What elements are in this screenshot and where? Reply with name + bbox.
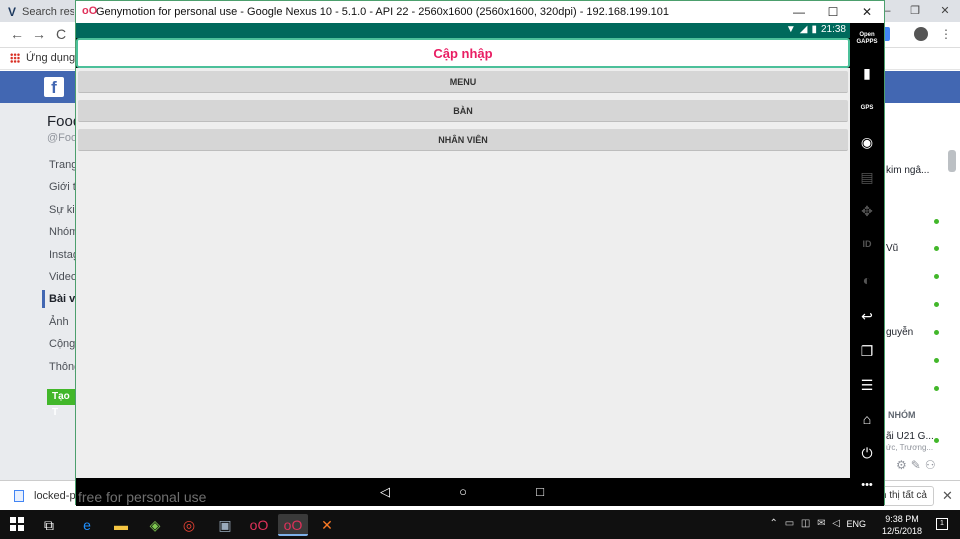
- android-studio-icon[interactable]: ◈: [140, 514, 170, 536]
- genymotion-logo-icon: oO: [82, 5, 98, 17]
- groups-heading: NHÓM: [888, 410, 916, 420]
- chat-contact[interactable]: kim ngâ...: [886, 165, 929, 176]
- page-nav-item[interactable]: Video: [49, 271, 77, 283]
- vite-favicon-icon: V: [8, 5, 17, 19]
- online-status-icon: [934, 219, 939, 224]
- home-key-icon[interactable]: ⌂: [850, 411, 884, 427]
- app-content: MENU BÀN NHÂN VIÊN: [76, 68, 850, 478]
- clock-time: 9:38 PM: [885, 514, 919, 524]
- apps-bookmark[interactable]: Ứng dụng: [26, 52, 75, 64]
- recents-nav-icon[interactable]: □: [530, 484, 550, 499]
- minimize-button[interactable]: —: [782, 1, 816, 23]
- create-button[interactable]: Tạo T: [47, 389, 77, 418]
- recent-apps-icon[interactable]: ❐: [850, 343, 884, 360]
- sms-phone-icon[interactable]: ◐: [850, 272, 884, 288]
- edge-icon[interactable]: e: [72, 514, 102, 536]
- open-gapps-button[interactable]: Open GAPPS: [850, 32, 884, 46]
- android-screen: ▼ ◢ ▮ 21:38 Cập nhập MENU BÀN NHÂN VIÊN …: [76, 23, 850, 506]
- online-status-icon: [934, 302, 939, 307]
- menu-key-icon[interactable]: ☰: [850, 377, 884, 394]
- reload-button[interactable]: C: [56, 26, 66, 42]
- xampp-icon[interactable]: ✕: [312, 514, 342, 536]
- genymotion-device-icon[interactable]: oO: [278, 514, 308, 536]
- browser-tab-title: Search resu: [22, 6, 74, 18]
- wifi-icon: ▼: [785, 24, 796, 35]
- more-options-icon[interactable]: •••: [850, 479, 884, 491]
- browser-restore-button[interactable]: ❐: [900, 0, 930, 22]
- app-title: Cập nhập: [433, 46, 493, 61]
- browser-extensions: ⋮: [880, 27, 960, 45]
- online-status-icon: [934, 438, 939, 443]
- window-title: Genymotion for personal use - Google Nex…: [96, 6, 669, 18]
- watermark: free for personal use: [78, 489, 207, 505]
- status-icons: ▼ ◢ ▮ 21:38: [786, 24, 846, 35]
- online-status-icon: [934, 246, 939, 251]
- download-bar-close-button[interactable]: ✕: [942, 488, 953, 504]
- task-view-icon[interactable]: ⧉: [34, 514, 64, 536]
- chat-contact[interactable]: guyễn: [886, 327, 913, 338]
- browser-close-button[interactable]: ✕: [930, 0, 960, 22]
- chat-scrollbar[interactable]: [948, 150, 956, 172]
- menu-button[interactable]: MENU: [78, 71, 848, 93]
- page-nav-item-active[interactable]: Bài vi: [49, 293, 78, 305]
- back-nav-icon[interactable]: ◁: [375, 484, 395, 500]
- windows-taskbar: ⧉ e ▬ ◈ ◎ ▣ oO oO ✕ ⌃ ▭ ◫ ✉ ◁ ENG 9:38 P…: [0, 510, 960, 539]
- online-status-icon: [934, 386, 939, 391]
- genymotion-titlebar: oO Genymotion for personal use - Google …: [76, 1, 884, 23]
- staff-button[interactable]: NHÂN VIÊN: [78, 129, 848, 151]
- battery-tool-icon[interactable]: ▮: [850, 65, 884, 82]
- android-status-bar: ▼ ◢ ▮ 21:38: [76, 23, 850, 38]
- genymotion-toolbar: Open GAPPS ▮ GPS ◉ ▤ ✥ ID ◐ ↩ ❐ ☰ ⌂ ⏻ ••…: [850, 23, 884, 506]
- apps-grid-icon[interactable]: [10, 53, 20, 63]
- page-nav-item[interactable]: Ảnh: [49, 316, 69, 328]
- back-button[interactable]: ←: [10, 26, 24, 42]
- browser-tab[interactable]: V Search resu: [8, 2, 74, 22]
- genymotion-app-icon[interactable]: oO: [244, 514, 274, 536]
- windows-start-icon[interactable]: [10, 517, 24, 531]
- active-nav-indicator: [42, 290, 45, 308]
- file-icon: [14, 490, 24, 502]
- device-id-button[interactable]: ID: [850, 240, 884, 249]
- browser-menu-icon[interactable]: ⋮: [940, 27, 952, 41]
- app-bar: Cập nhập: [76, 38, 850, 68]
- online-status-icon: [934, 274, 939, 279]
- status-time: 21:38: [820, 24, 846, 35]
- group-name[interactable]: ãi U21 G...: [886, 431, 934, 442]
- group-members: ức, Trương...: [886, 443, 934, 452]
- chat-settings-icons[interactable]: ⚙✎⚇: [896, 458, 940, 472]
- clock-date: 12/5/2018: [881, 526, 922, 536]
- webcam-icon[interactable]: ◉: [850, 134, 884, 151]
- chat-contact[interactable]: Vũ: [886, 243, 898, 254]
- facebook-logo-icon[interactable]: f: [44, 77, 64, 97]
- clock[interactable]: 9:38 PM 12/5/2018: [882, 513, 922, 537]
- network-app-icon[interactable]: ▣: [210, 514, 240, 536]
- maximize-button[interactable]: ☐: [816, 1, 850, 23]
- dpad-icon[interactable]: ✥: [850, 203, 884, 220]
- notification-center-icon[interactable]: 1: [936, 518, 948, 530]
- back-key-icon[interactable]: ↩: [850, 308, 884, 325]
- file-explorer-icon[interactable]: ▬: [106, 514, 136, 536]
- close-button[interactable]: ✕: [850, 1, 884, 23]
- table-button[interactable]: BÀN: [78, 100, 848, 122]
- signal-icon: ◢: [799, 24, 808, 35]
- gps-button[interactable]: GPS: [850, 105, 884, 112]
- screencast-icon[interactable]: ▤: [850, 169, 884, 186]
- power-icon[interactable]: ⏻: [850, 445, 884, 462]
- page-handle[interactable]: @Foo: [47, 132, 77, 144]
- profile-avatar-icon[interactable]: [914, 27, 928, 41]
- forward-button[interactable]: →: [32, 26, 46, 42]
- page-nav-item[interactable]: Trang: [49, 159, 77, 171]
- genymotion-window-controls: — ☐ ✕: [782, 1, 884, 23]
- online-status-icon: [934, 330, 939, 335]
- page-nav-item[interactable]: Cộng: [49, 338, 75, 350]
- online-status-icon: [934, 358, 939, 363]
- home-nav-icon[interactable]: ○: [453, 484, 473, 499]
- page-nav-item[interactable]: Nhóm: [49, 226, 78, 238]
- genymotion-window: oO Genymotion for personal use - Google …: [75, 0, 885, 506]
- chrome-icon[interactable]: ◎: [174, 514, 204, 536]
- battery-icon: ▮: [811, 24, 817, 35]
- input-language[interactable]: ENG: [846, 519, 866, 529]
- tray-icons[interactable]: ⌃ ▭ ◫ ✉ ◁: [770, 518, 842, 529]
